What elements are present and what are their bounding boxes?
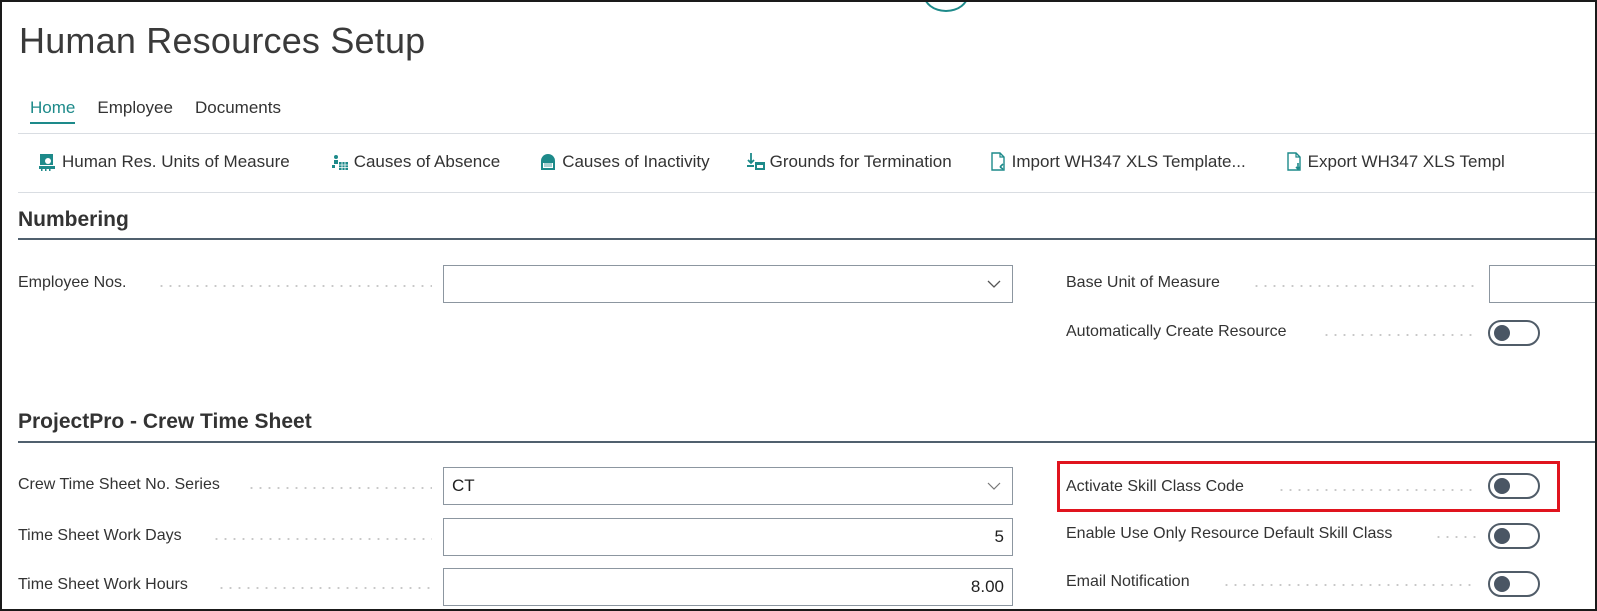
export-document-icon [1284, 152, 1304, 172]
toggle-knob [1494, 576, 1510, 592]
tab-documents[interactable]: Documents [195, 98, 281, 124]
chevron-down-icon[interactable] [986, 276, 1002, 292]
work-days-input[interactable]: 5 [443, 518, 1013, 556]
toggle-knob [1494, 325, 1510, 341]
tabs-divider [18, 133, 1595, 134]
toggle-knob [1494, 528, 1510, 544]
no-series-select[interactable]: CT [443, 467, 1013, 505]
no-series-label: Crew Time Sheet No. Series [18, 476, 220, 493]
action-export-wh347-template[interactable]: Export WH347 XLS Templ [1284, 152, 1505, 172]
section-title-numbering: Numbering [18, 208, 129, 231]
highlight-box [1057, 461, 1560, 512]
tab-employee[interactable]: Employee [97, 98, 173, 124]
email-notification-toggle[interactable] [1488, 571, 1540, 597]
action-causes-of-inactivity[interactable]: Causes of Inactivity [538, 152, 710, 172]
causes-of-inactivity-icon [538, 152, 558, 172]
action-units-of-measure[interactable]: Human Res. Units of Measure [38, 152, 290, 172]
leader-dots [1322, 334, 1477, 336]
default-skill-class-toggle[interactable] [1488, 523, 1540, 549]
base-unit-input[interactable] [1489, 265, 1595, 303]
action-bar: Human Res. Units of Measure Causes of Ab… [38, 152, 1505, 172]
grounds-for-termination-icon [746, 152, 766, 172]
action-label: Human Res. Units of Measure [62, 152, 290, 171]
leader-dots [1252, 285, 1477, 287]
action-label: Grounds for Termination [769, 152, 952, 171]
default-skill-class-label: Enable Use Only Resource Default Skill C… [1066, 525, 1393, 542]
leader-dots [217, 587, 432, 589]
leader-dots [157, 285, 432, 287]
import-document-icon [988, 152, 1008, 172]
work-days-value: 5 [994, 527, 1004, 546]
tab-home[interactable]: Home [30, 98, 76, 124]
action-import-wh347-template[interactable]: Import WH347 XLS Template... [988, 152, 1246, 172]
scroll-indicator-icon [923, 2, 969, 12]
leader-dots [247, 487, 432, 489]
action-label: Causes of Inactivity [562, 152, 710, 171]
units-of-measure-icon [38, 152, 58, 172]
leader-dots [212, 538, 432, 540]
action-label: Export WH347 XLS Templ [1307, 152, 1505, 171]
action-label: Import WH347 XLS Template... [1011, 152, 1246, 171]
causes-of-absence-icon [330, 152, 350, 172]
section-title-crew-time-sheet: ProjectPro - Crew Time Sheet [18, 410, 312, 433]
work-hours-value: 8.00 [970, 577, 1004, 596]
action-causes-of-absence[interactable]: Causes of Absence [330, 152, 500, 172]
leader-dots [1222, 584, 1477, 586]
section-divider [18, 441, 1595, 443]
leader-dots [1434, 536, 1477, 538]
chevron-down-icon[interactable] [986, 478, 1002, 494]
action-label: Causes of Absence [353, 152, 501, 171]
base-unit-label: Base Unit of Measure [1066, 274, 1220, 291]
email-notification-label: Email Notification [1066, 573, 1190, 590]
employee-nos-label: Employee Nos. [18, 274, 127, 291]
work-hours-label: Time Sheet Work Hours [18, 576, 188, 593]
action-grounds-for-termination[interactable]: Grounds for Termination [746, 152, 952, 172]
no-series-value: CT [452, 476, 475, 495]
auto-create-resource-label: Automatically Create Resource [1066, 323, 1287, 340]
page-frame: Human Resources Setup Home Employee Docu… [0, 0, 1597, 611]
employee-nos-select[interactable] [443, 265, 1013, 303]
page-title: Human Resources Setup [19, 20, 426, 61]
section-divider [18, 238, 1595, 240]
work-hours-input[interactable]: 8.00 [443, 568, 1013, 606]
actions-divider [18, 192, 1595, 193]
auto-create-resource-toggle[interactable] [1488, 320, 1540, 346]
work-days-label: Time Sheet Work Days [18, 527, 182, 544]
action-tabs: Home Employee Documents [30, 98, 281, 124]
